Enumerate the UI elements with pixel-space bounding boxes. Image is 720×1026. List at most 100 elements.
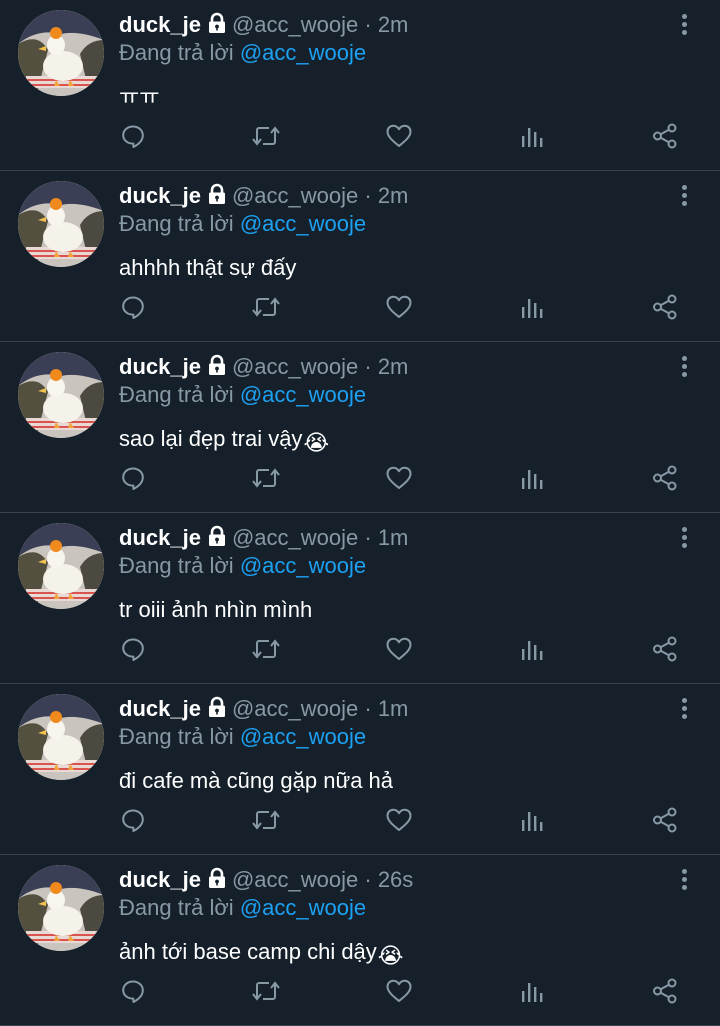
user-handle[interactable]: @acc_wooje xyxy=(232,12,358,37)
avatar[interactable] xyxy=(18,523,104,609)
reply-button[interactable] xyxy=(113,800,153,840)
reply-mention[interactable]: @acc_wooje xyxy=(240,724,366,749)
tweet[interactable]: duck_je @acc_wooje · 26s Đang trả lời @ac… xyxy=(0,855,720,1026)
reply-mention[interactable]: @acc_wooje xyxy=(240,553,366,578)
avatar[interactable] xyxy=(18,181,104,267)
tweet-text-body: tr oiii ảnh nhìn mình xyxy=(119,597,313,622)
reply-mention[interactable]: @acc_wooje xyxy=(240,382,366,407)
more-options-button[interactable] xyxy=(674,694,694,722)
analytics-button[interactable] xyxy=(512,800,552,840)
user-handle[interactable]: @acc_wooje xyxy=(232,867,358,892)
retweet-button[interactable] xyxy=(246,629,286,669)
tweet[interactable]: duck_je @acc_wooje · 1m Đang trả lời @acc… xyxy=(0,684,720,855)
heart-icon xyxy=(386,124,412,147)
more-options-button[interactable] xyxy=(674,352,694,380)
timestamp[interactable]: 1m xyxy=(378,696,409,721)
reply-icon xyxy=(122,638,144,661)
crying-face-emoji: 😭 xyxy=(303,430,330,455)
reply-context: Đang trả lời @acc_wooje xyxy=(119,39,366,67)
tweet[interactable]: duck_je @acc_wooje · 2m Đang trả lời @acc… xyxy=(0,0,720,171)
reply-icon xyxy=(122,980,144,1003)
reply-button[interactable] xyxy=(113,629,153,669)
like-button[interactable] xyxy=(379,971,419,1011)
tweet[interactable]: duck_je @acc_wooje · 2m Đang trả lời @acc… xyxy=(0,342,720,513)
more-options-button[interactable] xyxy=(674,865,694,893)
share-button[interactable] xyxy=(645,971,685,1011)
timestamp[interactable]: 2m xyxy=(378,12,409,37)
display-name[interactable]: duck_je xyxy=(119,525,201,550)
reply-button[interactable] xyxy=(113,971,153,1011)
tweet-header: duck_je @acc_wooje · 1m xyxy=(119,695,408,725)
like-button[interactable] xyxy=(379,287,419,327)
tweet-actions xyxy=(0,287,720,327)
timestamp[interactable]: 2m xyxy=(378,183,409,208)
avatar[interactable] xyxy=(18,694,104,780)
like-button[interactable] xyxy=(379,116,419,156)
user-handle[interactable]: @acc_wooje xyxy=(232,525,358,550)
more-vertical-icon-dot xyxy=(681,184,687,190)
retweet-button[interactable] xyxy=(246,800,286,840)
more-vertical-icon-dot xyxy=(681,355,687,361)
analytics-button[interactable] xyxy=(512,458,552,498)
share-button[interactable] xyxy=(645,116,685,156)
share-button[interactable] xyxy=(645,800,685,840)
reply-mention[interactable]: @acc_wooje xyxy=(240,40,366,65)
retweet-button[interactable] xyxy=(246,287,286,327)
display-name[interactable]: duck_je xyxy=(119,183,201,208)
reply-context: Đang trả lời @acc_wooje xyxy=(119,381,366,409)
share-button[interactable] xyxy=(645,458,685,498)
display-name[interactable]: duck_je xyxy=(119,12,201,37)
reply-button[interactable] xyxy=(113,287,153,327)
avatar[interactable] xyxy=(18,10,104,96)
share-icon xyxy=(653,636,677,662)
reply-mention[interactable]: @acc_wooje xyxy=(240,211,366,236)
like-button[interactable] xyxy=(379,458,419,498)
more-vertical-icon-dot xyxy=(681,371,687,377)
reply-button[interactable] xyxy=(113,458,153,498)
user-handle[interactable]: @acc_wooje xyxy=(232,696,358,721)
reply-button[interactable] xyxy=(113,116,153,156)
user-handle[interactable]: @acc_wooje xyxy=(232,183,358,208)
share-icon xyxy=(653,294,677,320)
analytics-button[interactable] xyxy=(512,116,552,156)
retweet-button[interactable] xyxy=(246,116,286,156)
retweet-button[interactable] xyxy=(246,458,286,498)
timestamp[interactable]: 26s xyxy=(378,867,413,892)
display-name[interactable]: duck_je xyxy=(119,867,201,892)
tweet-text: sao lại đẹp trai vậy😭 xyxy=(119,425,329,457)
share-button[interactable] xyxy=(645,629,685,669)
tweet-header: duck_je @acc_wooje · 26s xyxy=(119,866,413,896)
more-options-button[interactable] xyxy=(674,10,694,38)
display-name[interactable]: duck_je xyxy=(119,354,201,379)
share-button[interactable] xyxy=(645,287,685,327)
more-options-button[interactable] xyxy=(674,181,694,209)
reply-icon xyxy=(122,296,144,319)
user-handle[interactable]: @acc_wooje xyxy=(232,354,358,379)
more-options-button[interactable] xyxy=(674,523,694,551)
tweet-header: duck_je @acc_wooje · 2m xyxy=(119,353,408,383)
tweet[interactable]: duck_je @acc_wooje · 2m Đang trả lời @acc… xyxy=(0,171,720,342)
reply-icon xyxy=(122,125,144,148)
like-button[interactable] xyxy=(379,800,419,840)
reply-prefix: Đang trả lời xyxy=(119,382,234,407)
analytics-button[interactable] xyxy=(512,971,552,1011)
analytics-button[interactable] xyxy=(512,629,552,669)
more-vertical-icon-dot xyxy=(681,534,687,540)
like-button[interactable] xyxy=(379,629,419,669)
tweet[interactable]: duck_je @acc_wooje · 1m Đang trả lời @acc… xyxy=(0,513,720,684)
timestamp[interactable]: 1m xyxy=(378,525,409,550)
tweet-text-body: ảnh tới base camp chi dậy xyxy=(119,939,377,964)
retweet-button[interactable] xyxy=(246,971,286,1011)
reply-mention[interactable]: @acc_wooje xyxy=(240,895,366,920)
reply-prefix: Đang trả lời xyxy=(119,895,234,920)
tweet-header: duck_je @acc_wooje · 1m xyxy=(119,524,408,554)
reply-prefix: Đang trả lời xyxy=(119,211,234,236)
share-icon xyxy=(653,978,677,1004)
avatar[interactable] xyxy=(18,865,104,951)
tweet-text-body: sao lại đẹp trai vậy xyxy=(119,426,303,451)
analytics-button[interactable] xyxy=(512,287,552,327)
avatar[interactable] xyxy=(18,352,104,438)
display-name[interactable]: duck_je xyxy=(119,696,201,721)
timestamp[interactable]: 2m xyxy=(378,354,409,379)
reply-context: Đang trả lời @acc_wooje xyxy=(119,210,366,238)
